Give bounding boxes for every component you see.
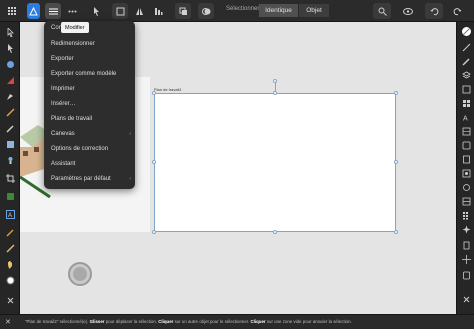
artboard[interactable] <box>154 93 396 232</box>
grid-menu-icon[interactable] <box>5 3 23 19</box>
document-menu-icon[interactable] <box>45 3 61 19</box>
status-part: sur un autre objet pour le sélectionner. <box>173 319 251 324</box>
studio-panel: A <box>456 22 474 314</box>
transform-panel-icon[interactable] <box>460 126 472 137</box>
node-tool-icon[interactable] <box>3 42 17 54</box>
chevron-right-icon: › <box>129 176 131 182</box>
align-icon[interactable] <box>152 3 165 19</box>
hand-icon[interactable] <box>3 258 17 270</box>
status-bold: Cliquer <box>250 319 266 324</box>
menu-item-insert[interactable]: Insérer… <box>51 101 76 107</box>
gradient-tool-icon[interactable] <box>3 190 17 202</box>
resize-handle-tl[interactable] <box>152 91 156 95</box>
status-bold: Cliquer <box>158 319 174 324</box>
status-bar: ✕ "Plan de travail2" sélectionné(e). Gli… <box>0 314 474 329</box>
erase-tool-icon[interactable] <box>3 154 17 166</box>
status-part: sur une zone vide pour annuler la sélect… <box>265 319 352 324</box>
color-icon[interactable] <box>460 26 472 37</box>
status-part: pour déplacer la sélection. <box>104 319 159 324</box>
transform-icon[interactable] <box>112 3 128 19</box>
view-mode-icon[interactable] <box>400 3 416 19</box>
menu-item-defaults[interactable]: Paramètres par défaut <box>51 176 111 182</box>
status-part: "Plan de travail2" sélectionné(e). <box>25 319 90 324</box>
guides-icon[interactable] <box>460 254 472 265</box>
menu-item-print[interactable]: Imprimer <box>51 86 75 92</box>
undo-icon[interactable] <box>425 3 443 19</box>
selection-option-identical[interactable]: Identique <box>259 4 298 17</box>
navigator-icon[interactable] <box>460 140 472 151</box>
resize-handle-b[interactable] <box>273 230 277 234</box>
resize-handle-l[interactable] <box>152 160 156 164</box>
resize-handle-t[interactable] <box>273 91 277 95</box>
resize-handle-r[interactable] <box>394 160 398 164</box>
menu-item-assistant[interactable]: Assistant <box>51 161 75 167</box>
boolean-icon[interactable] <box>198 3 214 19</box>
layers-icon[interactable] <box>460 70 472 81</box>
redo-icon[interactable] <box>449 3 465 19</box>
document-menu: Con ocument Redimensionner Exporter Expo… <box>44 21 135 189</box>
resize-handle-bl[interactable] <box>152 230 156 234</box>
snapping-icon[interactable] <box>460 224 472 235</box>
stock-icon[interactable] <box>460 270 472 281</box>
svg-text:A: A <box>463 116 468 123</box>
more-icon[interactable] <box>65 3 79 19</box>
brushes-icon[interactable] <box>460 56 472 67</box>
close-tools-icon[interactable] <box>3 294 17 306</box>
svg-text:A: A <box>8 213 12 219</box>
menu-item-export[interactable]: Exporter <box>51 56 74 62</box>
tooltip: Modifier <box>61 22 89 33</box>
app-window: Sélectionner Identique Objet Plan de tra… <box>0 0 474 329</box>
color-swatch-icon[interactable] <box>3 274 17 286</box>
chevron-right-icon: › <box>129 131 131 137</box>
pencil-alt-icon[interactable] <box>3 242 17 254</box>
artboard-label: Plan de travail1 <box>154 87 182 92</box>
menu-item-artboards[interactable]: Plans de travail <box>51 116 92 122</box>
text-styles-icon[interactable]: A <box>460 112 472 123</box>
constraints-icon[interactable] <box>460 182 472 193</box>
eyedropper-icon[interactable] <box>3 226 17 238</box>
menu-item-correction-options[interactable]: Options de correction <box>51 146 108 152</box>
top-toolbar: Sélectionner Identique Objet <box>0 0 474 22</box>
styles-icon[interactable] <box>460 98 472 109</box>
stroke-icon[interactable] <box>460 42 472 53</box>
flip-icon[interactable] <box>133 3 146 19</box>
fill-tool-icon[interactable] <box>3 74 17 86</box>
crop-tool-icon[interactable] <box>3 172 17 184</box>
symbols-icon[interactable] <box>460 168 472 179</box>
resize-handle-tr[interactable] <box>394 91 398 95</box>
persona-icon[interactable] <box>27 3 40 19</box>
menu-item-canvas[interactable]: Canevas <box>51 131 75 137</box>
shape-tool-icon[interactable] <box>3 138 17 150</box>
pencil-tool-icon[interactable] <box>3 106 17 118</box>
close-icon[interactable]: ✕ <box>5 318 11 326</box>
history-icon[interactable] <box>460 154 472 165</box>
hand-joystick[interactable] <box>68 262 92 286</box>
pen-tool-icon[interactable] <box>3 90 17 102</box>
menu-item-export-template[interactable]: Exporter comme modèle <box>51 71 116 77</box>
text-tool-icon[interactable]: A <box>3 208 17 220</box>
status-message: "Plan de travail2" sélectionné(e). Gliss… <box>25 319 352 324</box>
menu-item-resize[interactable]: Redimensionner <box>51 41 95 47</box>
tools-panel: A <box>0 22 20 314</box>
zoom-icon[interactable] <box>373 3 391 19</box>
status-bold: Glisser <box>89 319 105 324</box>
assets-icon[interactable] <box>460 196 472 207</box>
move-tool-icon[interactable] <box>3 26 17 38</box>
rotation-handle[interactable] <box>273 79 277 83</box>
pointer-icon[interactable] <box>90 3 102 19</box>
pages-icon[interactable] <box>460 240 472 251</box>
brush-tool-icon[interactable] <box>3 122 17 134</box>
glyphs-icon[interactable] <box>460 210 472 221</box>
resize-handle-br[interactable] <box>394 230 398 234</box>
effects-icon[interactable] <box>460 84 472 95</box>
close-studio-icon[interactable] <box>460 294 472 305</box>
selection-label: Sélectionner <box>226 6 260 12</box>
arrange-icon[interactable] <box>175 3 191 19</box>
artboard-tool-icon[interactable] <box>3 58 17 70</box>
selection-option-object[interactable]: Objet <box>299 4 329 17</box>
